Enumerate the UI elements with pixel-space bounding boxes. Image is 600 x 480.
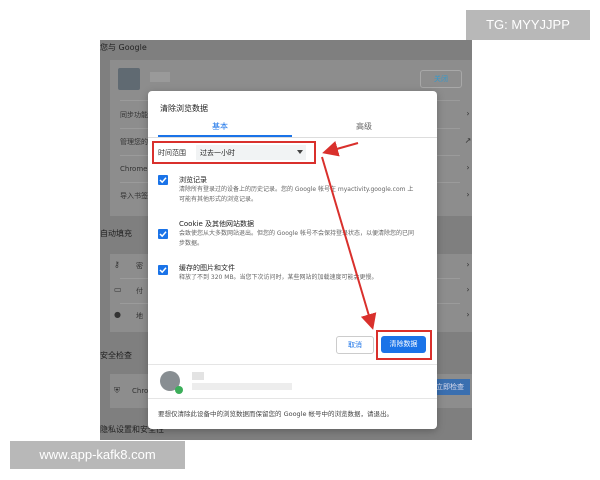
divider [148, 398, 437, 399]
passwords-row[interactable]: 密 [136, 261, 143, 271]
cached-images-checkbox[interactable] [158, 265, 168, 275]
clear-browsing-data-dialog: 清除浏览数据 基本 高级 时间范围 过去一小时 浏览记录 清除所有登录过的设备上… [148, 91, 437, 429]
account-name-blurred [192, 372, 204, 380]
browsing-history-desc: 清除所有登录过的设备上的历史记录。您的 Google 帐号在 myactivit… [179, 186, 414, 203]
you-and-google-heading: 您与 Google [100, 43, 147, 52]
cached-images-title: 缓存的图片和文件 [179, 264, 235, 272]
cookies-title: Cookie 及其他网站数据 [179, 220, 254, 228]
cookies-checkbox[interactable] [158, 229, 168, 239]
safety-check-row: Chro [132, 387, 149, 395]
safety-check-section-title: 安全检查 [100, 351, 132, 360]
addresses-row[interactable]: 地 [136, 311, 143, 321]
autofill-section-title: 自动填充 [100, 229, 132, 238]
browsing-history-title: 浏览记录 [179, 176, 207, 184]
chevron-right-icon: › [466, 260, 470, 269]
tab-advanced[interactable]: 高级 [356, 121, 372, 132]
watermark-top: TG: MYYJJPP [466, 10, 590, 40]
sync-on-badge-icon [175, 386, 183, 394]
chevron-right-icon: › [466, 190, 470, 199]
tab-basic[interactable]: 基本 [212, 121, 228, 132]
chevron-right-icon: › [466, 310, 470, 319]
dropdown-caret-icon [297, 150, 303, 154]
chevron-right-icon: › [466, 285, 470, 294]
turn-off-sync-button[interactable]: 关闭 [420, 70, 462, 88]
location-pin-icon: ● [114, 310, 121, 319]
profile-avatar [118, 68, 140, 90]
time-range-label: 时间范围 [158, 149, 186, 157]
sign-out-note: 要想仅清除此设备中的浏览数据而保留您的 Google 帐号中的浏览数据，请退出。 [158, 410, 394, 418]
tab-divider [148, 137, 437, 138]
active-tab-indicator [158, 135, 292, 137]
time-range-value: 过去一小时 [200, 149, 235, 157]
chevron-right-icon: › [466, 163, 470, 172]
key-icon: ⚷ [114, 260, 120, 269]
profile-name-blurred [150, 72, 170, 82]
cookies-desc: 会致使您从大多数网站退出。但您的 Google 帐号不会保持登录状态，以便清除您… [179, 230, 414, 247]
payment-methods-row[interactable]: 付 [136, 286, 143, 296]
dialog-title: 清除浏览数据 [160, 104, 208, 113]
clear-data-button[interactable]: 清除数据 [381, 336, 426, 353]
browsing-history-checkbox[interactable] [158, 175, 168, 185]
cancel-button[interactable]: 取消 [336, 336, 374, 354]
chevron-right-icon: › [466, 109, 470, 118]
watermark-bottom: www.app-kafk8.com [10, 441, 185, 469]
cached-images-desc: 释放了不到 320 MB。当您下次访问时，某些网站的加载速度可能会更慢。 [179, 274, 378, 281]
account-email-blurred [192, 383, 292, 390]
credit-card-icon: ▭ [114, 285, 122, 294]
divider [148, 364, 437, 365]
open-external-icon: ↗ [464, 136, 472, 145]
shield-icon: ⛨ [114, 386, 120, 395]
